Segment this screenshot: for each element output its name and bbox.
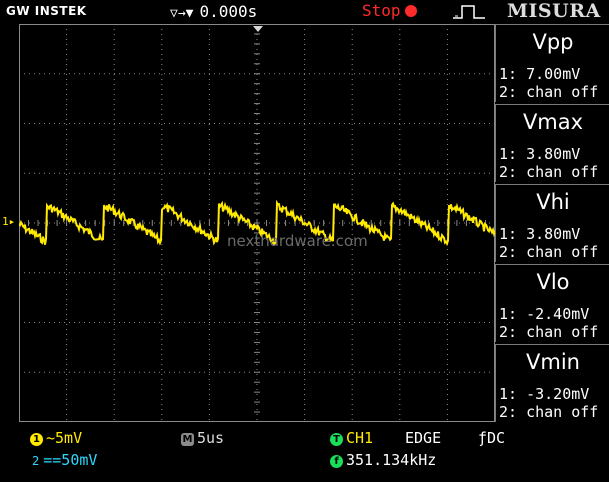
measurement-vmin[interactable]: Vmin 1: -3.20mV 2: chan off	[495, 344, 609, 422]
ch1-ground-marker[interactable]: 1▸	[2, 215, 15, 228]
measurement-ch2-value: 2: chan off	[499, 403, 599, 421]
trigger-type[interactable]: EDGE	[405, 429, 441, 447]
measurement-title: Vmax	[522, 110, 584, 134]
timebase-value: 5us	[197, 429, 225, 447]
measurement-vpp[interactable]: Vpp 1: 7.00mV 2: chan off	[495, 24, 609, 102]
trigger-position-icon: ▽→▼	[170, 6, 194, 21]
timebase-badge-icon: M	[181, 433, 194, 446]
measurement-title: Vlo	[536, 270, 570, 294]
brand-logo: GW INSTEK	[6, 4, 87, 18]
frequency-counter[interactable]: f 351.134kHz	[330, 451, 436, 469]
stop-indicator-icon	[404, 5, 417, 17]
measurement-ch1-value: 1: 7.00mV	[499, 65, 581, 83]
trigger-delay-readout[interactable]: ▽→▼ 0.000s	[170, 2, 257, 21]
frequency-value: 351.134kHz	[346, 451, 437, 469]
measurement-title: Vhi	[536, 190, 570, 214]
measurement-ch1-value: 1: 3.80mV	[499, 225, 581, 243]
measurement-vlo[interactable]: Vlo 1: -2.40mV 2: chan off	[495, 264, 609, 342]
ch2-badge-icon: 2	[32, 454, 40, 468]
ch2-scale-value: ==50mV	[43, 451, 98, 469]
trigger-badge-icon: T	[330, 433, 343, 446]
measurement-ch2-value: 2: chan off	[499, 163, 599, 181]
trigger-source-value: CH1	[346, 429, 374, 447]
ch1-badge-icon: 1	[30, 433, 43, 446]
measurement-title: Vpp	[532, 30, 574, 54]
run-stop-status[interactable]: Stop	[362, 1, 417, 20]
measurement-ch2-value: 2: chan off	[499, 83, 599, 101]
measurement-vmax[interactable]: Vmax 1: 3.80mV 2: chan off	[495, 104, 609, 182]
measurement-vhi[interactable]: Vhi 1: 3.80mV 2: chan off	[495, 184, 609, 262]
top-bar: GW INSTEK ▽→▼ 0.000s Stop MISURA	[0, 0, 609, 24]
measurement-panel: Vpp 1: 7.00mV 2: chan off Vmax 1: 3.80mV…	[495, 24, 609, 422]
measurement-ch1-value: 1: -2.40mV	[499, 305, 590, 323]
measurement-ch2-value: 2: chan off	[499, 243, 599, 261]
misura-watermark: MISURA	[507, 0, 601, 22]
frequency-badge-icon: f	[330, 455, 343, 468]
ch1-scale[interactable]: 1 ~5mV	[30, 429, 82, 447]
measurement-ch1-value: 1: 3.80mV	[499, 145, 581, 163]
trigger-edge-icon	[453, 5, 485, 19]
measurement-ch2-value: 2: chan off	[499, 323, 599, 341]
ch2-scale[interactable]: 2 ==50mV	[32, 451, 97, 469]
measurement-ch1-value: 1: -3.20mV	[499, 385, 590, 403]
site-watermark: nexthardware.com	[227, 232, 368, 250]
measurement-title: Vmin	[526, 350, 580, 374]
trigger-coupling[interactable]: ƒDC	[478, 429, 505, 447]
status-bar: 1 ~5mV 2 ==50mV M 5us T CH1 EDGE ƒDC f 351.13…	[0, 425, 609, 482]
ch1-scale-value: ~5mV	[46, 429, 83, 447]
trigger-delay-value: 0.000s	[199, 2, 258, 21]
timebase[interactable]: M 5us	[181, 429, 224, 447]
run-state-label: Stop	[362, 1, 401, 20]
waveform-display[interactable]	[19, 24, 495, 422]
trigger-source[interactable]: T CH1	[330, 429, 373, 447]
